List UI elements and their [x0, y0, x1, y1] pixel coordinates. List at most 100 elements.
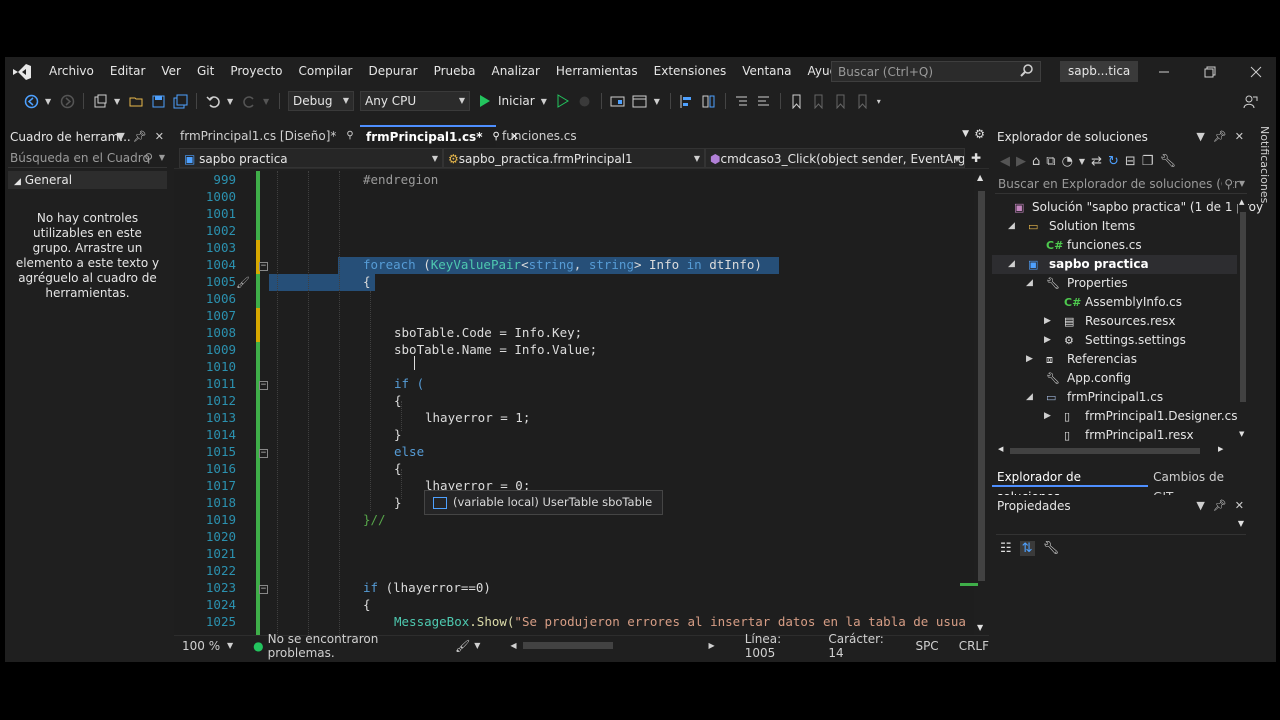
- tree-node-designer[interactable]: ▶ ▯ frmPrincipal1.Designer.cs: [992, 407, 1238, 426]
- notifications-rail[interactable]: Notificaciones: [1254, 126, 1276, 326]
- whitespace-mode[interactable]: SPC: [915, 639, 938, 653]
- line-ending[interactable]: CRLF: [959, 639, 989, 653]
- scrollbar-thumb[interactable]: [978, 191, 985, 581]
- member-dropdown[interactable]: ⬢cmdcaso3_Click(object sender, EventArgs…: [705, 147, 965, 168]
- bookmark-icon[interactable]: [789, 93, 805, 109]
- scroll-up-icon[interactable]: ▲: [1239, 198, 1244, 206]
- browse-icon[interactable]: [610, 93, 626, 109]
- categorized-icon[interactable]: ☷: [1000, 541, 1012, 556]
- global-search-input[interactable]: Buscar (Ctrl+Q): [831, 61, 1041, 82]
- horizontal-scrollbar-thumb[interactable]: [522, 642, 613, 649]
- menu-archivo[interactable]: Archivo: [41, 57, 102, 86]
- solution-name-badge[interactable]: sapb...tica: [1060, 61, 1139, 82]
- chevron-down-icon[interactable]: ▼: [1238, 174, 1245, 193]
- menu-depurar[interactable]: Depurar: [360, 57, 425, 86]
- menu-analizar[interactable]: Analizar: [483, 57, 547, 86]
- new-dropdown-icon[interactable]: ▼: [114, 97, 122, 106]
- scroll-right-icon[interactable]: ▶: [1218, 445, 1223, 453]
- tab-solution-explorer[interactable]: Explorador de soluciones: [992, 467, 1149, 504]
- panel-options-icon[interactable]: ▼: [116, 126, 124, 148]
- issues-status[interactable]: No se encontraron problemas.: [268, 632, 431, 660]
- open-folder-icon[interactable]: [128, 93, 144, 109]
- redo-dropdown-icon[interactable]: ▼: [263, 97, 271, 106]
- tab-list-dropdown-icon[interactable]: ▼: [962, 129, 969, 139]
- properties-icon[interactable]: 🔧︎: [1159, 154, 1176, 169]
- code-cleanup-brush-icon[interactable]: 🖌︎: [455, 639, 470, 653]
- tree-node-frmprincipal1[interactable]: ◢ ▭ frmPrincipal1.cs: [992, 388, 1237, 407]
- expanded-icon[interactable]: ◢: [1008, 255, 1015, 274]
- tree-node-solution[interactable]: ▣ Solución "sapbo practica" (1 de 1 proy: [992, 198, 1263, 217]
- tree-node-solution-items[interactable]: ◢ ▭ Solution Items: [992, 217, 1237, 236]
- prev-bookmark-icon[interactable]: [811, 93, 827, 109]
- expanded-icon[interactable]: ◢: [1026, 388, 1033, 407]
- menu-ver[interactable]: Ver: [153, 57, 189, 86]
- save-all-icon[interactable]: [172, 93, 188, 109]
- tree-node-project[interactable]: ◢ ▣ sapbo practica: [992, 255, 1237, 274]
- forward-icon[interactable]: ▶: [1016, 154, 1026, 169]
- toolbox-search-input[interactable]: Búsqueda en el Cuadro ⚲ ▼: [8, 148, 167, 168]
- live-share-icon[interactable]: [1242, 93, 1258, 109]
- refresh-icon[interactable]: ↻: [1108, 154, 1119, 169]
- layout-icon[interactable]: [632, 93, 648, 109]
- scroll-down-icon[interactable]: ▼: [1239, 430, 1244, 438]
- scroll-right-icon[interactable]: ▶: [709, 641, 715, 650]
- toolbar-overflow-icon[interactable]: ▾: [877, 97, 885, 106]
- next-bookmark-icon[interactable]: [833, 93, 849, 109]
- back-icon[interactable]: ◀: [1000, 154, 1010, 169]
- scroll-down-icon[interactable]: ▼: [977, 623, 983, 632]
- indent-icon[interactable]: [756, 93, 772, 109]
- tree-node-properties[interactable]: ◢ 🔧︎ Properties: [992, 274, 1237, 293]
- format-icon[interactable]: [734, 93, 750, 109]
- notifications-label[interactable]: Notificaciones: [1258, 126, 1271, 203]
- tree-node-references[interactable]: ▶ ⧈ Referencias: [992, 350, 1237, 369]
- undo-icon[interactable]: [205, 93, 221, 109]
- pin-icon[interactable]: ⚲: [346, 125, 353, 147]
- pending-changes-filter-icon[interactable]: ◔: [1062, 154, 1073, 169]
- properties-object-select[interactable]: ▼: [996, 517, 1246, 535]
- collapsed-icon[interactable]: ▶: [1026, 350, 1033, 369]
- filter-dropdown-icon[interactable]: ▼: [1079, 157, 1085, 166]
- panel-options-icon[interactable]: ▼: [1196, 495, 1204, 517]
- scroll-left-icon[interactable]: ◀: [510, 641, 516, 650]
- tree-node-settings[interactable]: ▶ ⚙ Settings.settings: [992, 331, 1237, 350]
- home-icon[interactable]: ⌂: [1032, 154, 1040, 169]
- restore-button[interactable]: [1187, 57, 1233, 86]
- tree-node-appconfig[interactable]: 🔧︎ App.config: [992, 369, 1237, 388]
- scrollbar-thumb[interactable]: [1240, 212, 1246, 402]
- scroll-up-icon[interactable]: ▲: [977, 173, 983, 182]
- cleanup-dropdown-icon[interactable]: ▼: [474, 641, 480, 650]
- collapsed-icon[interactable]: ▶: [1044, 312, 1051, 331]
- collapsed-icon[interactable]: ▶: [1044, 331, 1051, 350]
- scrollbar-thumb[interactable]: [1010, 448, 1200, 454]
- undo-dropdown-icon[interactable]: ▼: [227, 97, 235, 106]
- settings-icon[interactable]: ⚙: [974, 127, 985, 141]
- zoom-level[interactable]: 100 %: [182, 639, 227, 653]
- expanded-icon[interactable]: ◢: [1008, 217, 1015, 236]
- solution-horizontal-scrollbar[interactable]: ◀ ▶: [992, 445, 1237, 456]
- scroll-left-icon[interactable]: ◀: [998, 445, 1003, 453]
- zoom-dropdown-icon[interactable]: ▼: [227, 641, 233, 650]
- align-center-icon[interactable]: [701, 93, 717, 109]
- class-dropdown[interactable]: ⚙sapbo_practica.frmPrincipal1 ▼: [443, 147, 705, 168]
- project-dropdown[interactable]: ▣ sapbo practica ▼: [179, 147, 443, 168]
- align-left-icon[interactable]: [679, 93, 695, 109]
- close-icon[interactable]: ✕: [155, 126, 164, 148]
- menu-ventana[interactable]: Ventana: [734, 57, 799, 86]
- redo-icon[interactable]: [241, 93, 257, 109]
- menu-compilar[interactable]: Compilar: [291, 57, 361, 86]
- new-project-icon[interactable]: [92, 93, 108, 109]
- show-all-files-icon[interactable]: ❐: [1142, 154, 1154, 169]
- collapsed-icon[interactable]: ▶: [1044, 407, 1051, 426]
- clear-bookmarks-icon[interactable]: [855, 93, 871, 109]
- minimize-button[interactable]: [1141, 57, 1187, 86]
- tree-node-resources[interactable]: ▶ ▤ Resources.resx: [992, 312, 1237, 331]
- close-icon[interactable]: ✕: [1235, 495, 1244, 517]
- back-dropdown-icon[interactable]: ▼: [45, 97, 53, 106]
- menu-editar[interactable]: Editar: [102, 57, 154, 86]
- layout-dropdown-icon[interactable]: ▼: [654, 97, 662, 106]
- tab-frmprincipal1-cs[interactable]: frmPrincipal1.cs* ⚲ ✕: [360, 125, 519, 147]
- menu-extensiones[interactable]: Extensiones: [646, 57, 735, 86]
- property-pages-icon[interactable]: 🔧︎: [1043, 541, 1060, 556]
- panel-options-icon[interactable]: ▼: [1196, 126, 1204, 148]
- forward-icon[interactable]: [59, 93, 75, 109]
